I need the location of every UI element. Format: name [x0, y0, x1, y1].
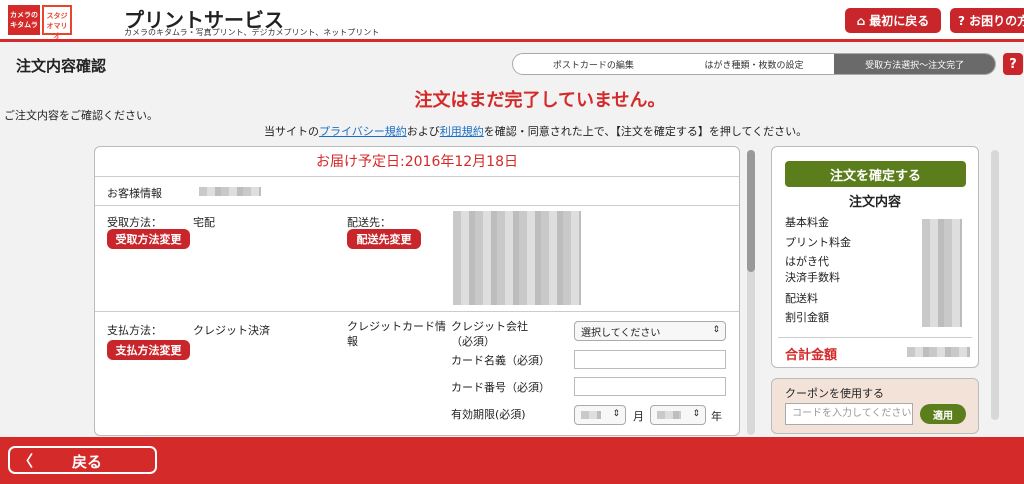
fee-payment: 決済手数料: [785, 271, 840, 284]
chevron-left-icon: 〈: [18, 452, 34, 470]
month-unit: 月: [633, 410, 644, 423]
card-name-label: カード名義（必須）: [451, 354, 550, 367]
home-button[interactable]: ⌂ 最初に戻る: [845, 8, 941, 33]
coupon-title: クーポンを使用する: [785, 387, 884, 400]
ship-to-change-button[interactable]: 配送先変更: [347, 229, 421, 249]
receive-method-value: 宅配: [193, 216, 215, 229]
total-value-redacted: [907, 347, 970, 357]
order-panel-scrollbar[interactable]: [747, 150, 755, 435]
agree-text-mid: および: [406, 125, 440, 138]
kitamura-logo[interactable]: カメラのキタムラ: [8, 5, 40, 35]
confirm-note: ご注文内容をご確認ください。: [4, 109, 158, 122]
card-name-input[interactable]: [574, 350, 726, 369]
total-label: 合計金額: [785, 348, 838, 363]
receive-method-label: 受取方法：: [107, 216, 162, 229]
home-icon: ⌂: [856, 13, 866, 28]
delivery-date: お届け予定日:2016年12月18日: [95, 147, 739, 177]
fee-basic: 基本料金: [785, 216, 829, 229]
terms-link[interactable]: 利用規約: [440, 125, 484, 138]
payment-method-value: クレジット決済: [193, 324, 270, 337]
confirm-order-button[interactable]: 注文を確定する: [785, 161, 966, 187]
select-arrows-icon: ⇕: [612, 409, 620, 419]
ship-to-address-redacted: [453, 211, 581, 305]
divider: [778, 337, 972, 338]
card-company-label: クレジット会社（必須）: [451, 320, 528, 348]
order-summary-panel: 注文を確定する 注文内容 基本料金 プリント料金 はがき代 決済手数料 配送料 …: [771, 146, 979, 368]
fee-shipping: 配送料: [785, 292, 818, 305]
studio-mario-logo[interactable]: スタジオマリオ: [42, 5, 72, 40]
customer-info-redacted: [199, 187, 261, 196]
help-button[interactable]: ? お困りの方: [950, 8, 1024, 33]
fee-values-redacted: [922, 219, 962, 327]
month-value-redacted: [581, 411, 601, 419]
privacy-policy-link[interactable]: プライバシー規約: [319, 125, 407, 138]
page-scrollbar[interactable]: [991, 150, 999, 420]
receive-method-change-button[interactable]: 受取方法変更: [107, 229, 190, 249]
summary-title: 注文内容: [848, 195, 901, 210]
divider: [95, 205, 739, 206]
select-arrows-icon: ⇕: [692, 409, 700, 419]
order-details-panel: お届け予定日:2016年12月18日 お客様情報 受取方法： 宅配 受取方法変更…: [94, 146, 740, 436]
coupon-apply-button[interactable]: 適用: [920, 404, 966, 424]
fee-print: プリント料金: [785, 236, 851, 249]
home-button-label: 最初に戻る: [869, 14, 930, 28]
progress-steps: ポストカードの編集 はがき種類・枚数の設定 受取方法選択〜注文完了: [512, 53, 996, 75]
scrollbar-thumb[interactable]: [747, 150, 755, 272]
help-question-icon[interactable]: ?: [1003, 53, 1023, 75]
expiry-year-select[interactable]: ⇕: [650, 405, 706, 425]
footer-bar: 〈 戻る: [0, 437, 1024, 484]
card-number-input[interactable]: [574, 377, 726, 396]
expiry-month-select[interactable]: ⇕: [574, 405, 626, 425]
top-bar: カメラのキタムラ スタジオマリオ プリントサービス カメラのキタムラ・写真プリン…: [0, 0, 1024, 42]
back-button-label: 戻る: [72, 453, 103, 471]
agreement-note: 当サイトのプライバシー規約および利用規約を確認・同意された上で、【注文を確定する…: [264, 123, 807, 139]
divider: [95, 311, 739, 312]
year-value-redacted: [657, 411, 681, 419]
expiry-label: 有効期限(必須): [451, 408, 526, 421]
page-title: 注文内容確認: [16, 57, 107, 75]
step-receive-complete: 受取方法選択〜注文完了: [834, 54, 995, 74]
agree-text-pre: 当サイトの: [264, 125, 319, 138]
card-company-select-value: 選択してください: [581, 327, 661, 339]
card-number-label: カード番号（必須）: [451, 381, 550, 394]
payment-method-change-button[interactable]: 支払方法変更: [107, 340, 190, 360]
customer-info-label: お客様情報: [107, 187, 162, 200]
step-card-settings: はがき種類・枚数の設定: [704, 60, 804, 71]
fee-discount: 割引金額: [785, 311, 829, 324]
select-arrows-icon: ⇕: [712, 325, 720, 335]
coupon-panel: クーポンを使用する コードを入力してください 適用: [771, 378, 979, 434]
agree-text-post: を確認・同意された上で、【注文を確定する】を押してください。: [483, 125, 808, 138]
back-button[interactable]: 〈 戻る: [8, 446, 157, 474]
card-info-label: クレジットカード情報: [347, 320, 446, 348]
coupon-code-input[interactable]: コードを入力してください: [785, 403, 913, 425]
ship-to-label: 配送先：: [347, 216, 391, 229]
payment-method-label: 支払方法：: [107, 324, 162, 337]
card-company-select[interactable]: 選択してください ⇕: [574, 321, 726, 341]
step-postcard-edit: ポストカードの編集: [552, 60, 634, 71]
year-unit: 年: [711, 410, 722, 423]
service-subtitle: カメラのキタムラ・写真プリント、デジカメプリント、ネットプリント: [124, 28, 380, 37]
fee-postcard: はがき代: [785, 255, 829, 268]
